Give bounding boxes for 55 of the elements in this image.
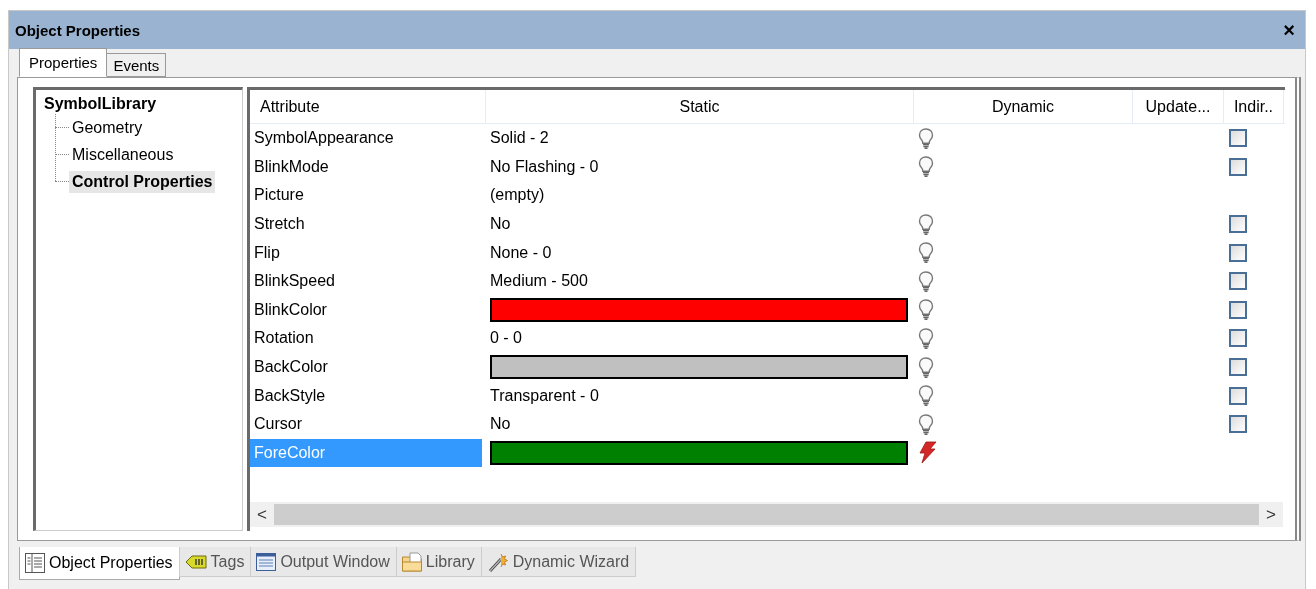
color-swatch[interactable]	[490, 355, 908, 380]
value-text[interactable]: None - 0	[490, 243, 552, 262]
color-swatch[interactable]	[490, 440, 908, 465]
tree-item[interactable]: SymbolLibrary	[42, 94, 159, 114]
checkbox[interactable]	[1229, 129, 1247, 148]
attribute-cell[interactable]: Rotation	[250, 324, 486, 353]
checkbox[interactable]	[1229, 415, 1247, 434]
column-header[interactable]: Attribute	[250, 90, 486, 123]
checkbox[interactable]	[1229, 329, 1247, 348]
dock-tab[interactable]: Object Properties	[19, 547, 180, 580]
tab[interactable]: Events	[106, 53, 167, 77]
close-button[interactable]: ×	[1279, 18, 1299, 42]
attribute-cell[interactable]: Picture	[250, 181, 486, 210]
attribute-cell[interactable]: Stretch	[250, 209, 486, 239]
folder-icon	[400, 550, 423, 573]
color-swatch[interactable]	[490, 297, 908, 322]
value-text[interactable]: (empty)	[490, 186, 545, 205]
tree-item[interactable]: Control Properties	[69, 170, 216, 193]
checkbox[interactable]	[1229, 243, 1247, 262]
value-text[interactable]: Medium - 500	[490, 272, 588, 291]
column-header[interactable]: Update...	[1133, 90, 1224, 123]
tree-item[interactable]: Miscellaneous	[69, 143, 177, 166]
attribute-cell[interactable]: BlinkSpeed	[250, 266, 486, 296]
attribute-cell[interactable]: BackStyle	[250, 381, 486, 410]
attribute-cell[interactable]: SymbolAppearance	[250, 124, 486, 153]
panel-icon	[24, 552, 46, 574]
value-text[interactable]: No	[490, 215, 511, 234]
dock-tab[interactable]: Dynamic Wizard	[480, 547, 637, 577]
checkbox[interactable]	[1229, 386, 1247, 405]
dock-tab[interactable]: Library	[395, 547, 482, 577]
value-text[interactable]: No	[490, 415, 511, 434]
column-header[interactable]: Indir..	[1224, 90, 1284, 123]
checkbox[interactable]	[1229, 272, 1247, 291]
attribute-cell[interactable]: Cursor	[250, 409, 486, 439]
tab[interactable]: Properties	[19, 48, 108, 77]
value-text[interactable]: Solid - 2	[490, 129, 549, 148]
attribute-cell[interactable]: BackColor	[250, 352, 486, 382]
dock-tab[interactable]: Output Window	[250, 547, 397, 577]
column-header[interactable]: Dynamic	[914, 90, 1133, 123]
scrollbar-thumb[interactable]	[274, 504, 1259, 525]
dock-tab[interactable]: Tags	[178, 547, 252, 577]
attribute-cell[interactable]: Flip	[250, 238, 486, 267]
column-header[interactable]: Static	[486, 90, 914, 123]
checkbox[interactable]	[1229, 358, 1247, 377]
checkbox[interactable]	[1229, 300, 1247, 319]
window-title: Object Properties	[15, 21, 141, 39]
tree-item[interactable]: Geometry	[69, 116, 146, 139]
value-text[interactable]: Transparent - 0	[490, 386, 599, 405]
value-text[interactable]: 0 - 0	[490, 329, 522, 348]
checkbox[interactable]	[1229, 215, 1247, 234]
list-window-icon	[255, 550, 278, 573]
attribute-cell[interactable]: BlinkMode	[250, 152, 486, 182]
value-text[interactable]: No Flashing - 0	[490, 157, 599, 176]
checkbox[interactable]	[1229, 157, 1247, 176]
attribute-cell[interactable]: BlinkColor	[250, 295, 486, 325]
